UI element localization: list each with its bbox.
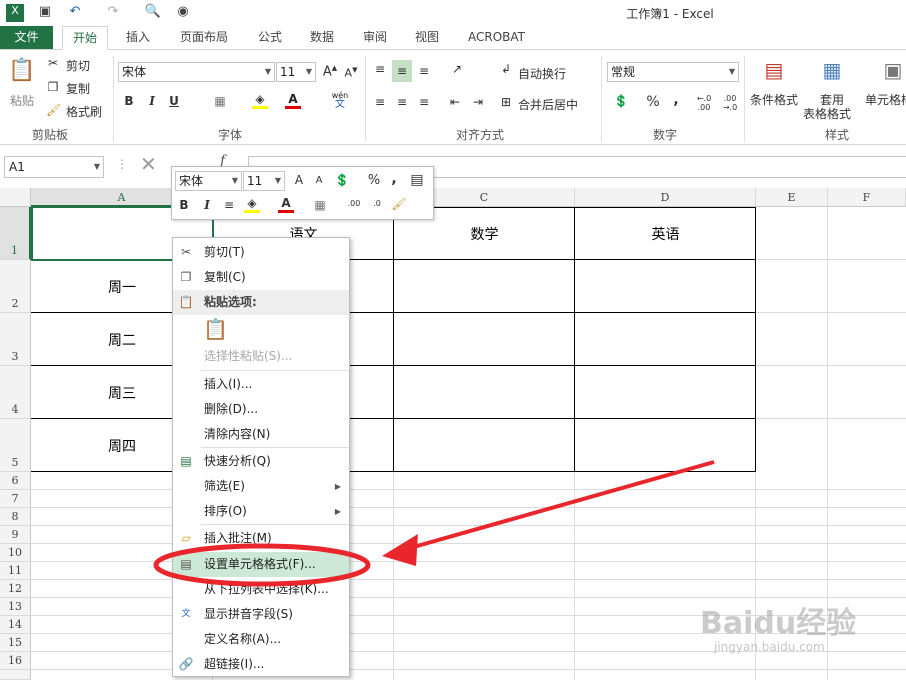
watermark-url: jingyan.baidu.com [714,640,825,654]
highlight-ellipse [153,543,371,587]
annotation-arrow-shaft [409,460,715,550]
watermark-logo: Baidu经验 [700,606,857,641]
annotation-overlay [153,460,715,587]
arrow-head-icon [382,534,418,566]
